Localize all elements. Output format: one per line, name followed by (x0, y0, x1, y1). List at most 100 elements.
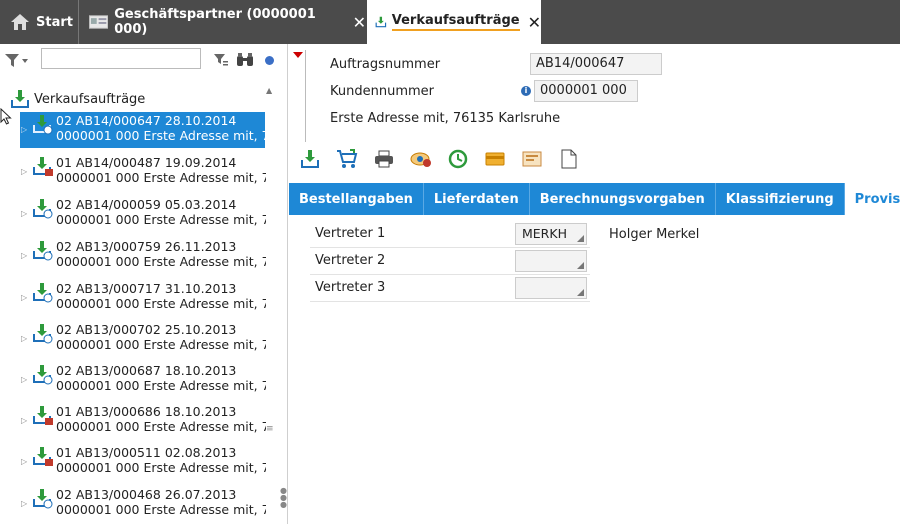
mouse-cursor-icon (0, 108, 12, 125)
tab-geschaeftspartner-label: Geschäftspartner (0000001 000) (114, 7, 316, 37)
list-item[interactable]: ▷ 02 AB13/000687 18.10.2013 0000001 000 … (20, 362, 266, 398)
action-toolbar (299, 148, 595, 170)
sales-order-status-icon (33, 115, 53, 135)
expand-icon[interactable]: ▷ (21, 454, 27, 469)
dropdown-corner-icon (577, 289, 584, 296)
history-icon[interactable] (447, 149, 469, 169)
list-item[interactable]: ▷ 02 AB13/000759 26.11.2013 0000001 000 … (20, 238, 266, 274)
expand-icon[interactable]: ▷ (21, 164, 27, 179)
shopping-cart-icon[interactable] (336, 149, 358, 169)
printer-icon[interactable] (373, 149, 395, 169)
status-dot-icon[interactable] (265, 56, 274, 65)
sales-order-status-icon (33, 199, 53, 219)
expand-icon[interactable]: ▷ (21, 122, 27, 137)
kundennummer-field[interactable]: 0000001 000 (534, 80, 638, 102)
list-item-text: 02 AB13/000759 26.11.2013 0000001 000 Er… (56, 239, 266, 269)
list-item[interactable]: ▷ 02 AB13/000717 31.10.2013 0000001 000 … (20, 280, 266, 316)
expand-icon[interactable]: ▷ (21, 206, 27, 221)
sales-order-status-icon (33, 447, 53, 466)
info-icon[interactable]: i (521, 86, 531, 96)
preview-icon[interactable] (410, 149, 432, 169)
vertreter-2-select[interactable] (515, 250, 587, 272)
list-item-text: 01 AB14/000487 19.09.2014 0000001 000 Er… (56, 155, 266, 185)
tab-verkaufsauftraege-label: Verkaufsaufträge (391, 13, 520, 31)
list-item-text: 01 AB13/000686 18.10.2013 0000001 000 Er… (56, 404, 266, 434)
list-item-text: 01 AB13/000511 02.08.2013 0000001 000 Er… (56, 445, 266, 475)
payment-card-icon[interactable] (484, 149, 506, 169)
sales-order-status-icon (33, 241, 53, 261)
tree-root[interactable]: Verkaufsaufträge (10, 89, 145, 109)
scroll-up-icon[interactable]: ▲ (266, 86, 272, 95)
home-icon (11, 14, 29, 30)
panel-resize-grip[interactable]: ● ● ● (280, 487, 287, 509)
dropdown-corner-icon (577, 235, 584, 242)
detail-panel: Auftragsnummer AB14/000647 Kundennummer … (289, 44, 900, 524)
list-item[interactable]: ▷ 02 AB13/000468 26.07.2013 0000001 000 … (20, 486, 266, 522)
list-item-text: 02 AB14/000059 05.03.2014 0000001 000 Er… (56, 197, 266, 227)
expand-icon[interactable]: ▷ (21, 372, 27, 387)
list-item[interactable]: ▷ 02 AB14/000647 28.10.2014 0000001 000 … (20, 112, 266, 148)
blank-document-icon[interactable] (558, 149, 580, 169)
tab-start[interactable]: Start (0, 0, 75, 44)
close-icon[interactable]: ✕ (528, 13, 541, 32)
sales-order-status-icon (33, 406, 53, 425)
address-text: Erste Adresse mit, 76135 Karlsruhe (330, 111, 561, 126)
divider (305, 50, 306, 142)
expand-icon[interactable]: ▷ (21, 413, 27, 428)
vertreter-row: Vertreter 3 (310, 276, 590, 302)
tab-lieferdaten[interactable]: Lieferdaten (424, 183, 530, 215)
filter-icon[interactable] (4, 53, 30, 69)
filter-input[interactable] (41, 48, 201, 69)
scrollbar-handle[interactable]: ≡ (266, 424, 274, 434)
business-card-icon (89, 15, 109, 29)
list-item-text: 02 AB13/000717 31.10.2013 0000001 000 Er… (56, 281, 266, 311)
sales-order-status-icon (33, 283, 53, 303)
tab-berechnungsvorgaben[interactable]: Berechnungsvorgaben (530, 183, 716, 215)
vertreter-1-name: Holger Merkel (609, 227, 700, 242)
kundennummer-label: Kundennummer (330, 84, 434, 99)
document-form-icon[interactable] (521, 149, 543, 169)
sales-order-status-icon (33, 365, 53, 385)
list-item[interactable]: ▷ 01 AB14/000487 19.09.2014 0000001 000 … (20, 154, 266, 190)
list-item[interactable]: ▷ 01 AB13/000511 02.08.2013 0000001 000 … (20, 444, 266, 480)
sales-order-status-icon (33, 157, 53, 176)
detail-tabs: Bestellangaben Lieferdaten Berechnungsvo… (289, 183, 900, 215)
list-item-text: 02 AB14/000647 28.10.2014 0000001 000 Er… (56, 113, 266, 143)
close-icon[interactable]: ✕ (353, 13, 366, 32)
collapse-marker-icon[interactable] (293, 52, 303, 58)
expand-icon[interactable]: ▷ (21, 290, 27, 305)
list-item[interactable]: ▷ 02 AB14/000059 05.03.2014 0000001 000 … (20, 196, 266, 232)
sales-order-icon (375, 16, 387, 28)
binoculars-icon[interactable] (236, 52, 254, 68)
filter-settings-icon[interactable] (213, 52, 229, 68)
sales-order-icon[interactable] (299, 149, 321, 169)
vertreter-3-select[interactable] (515, 277, 587, 299)
tab-provision[interactable]: Provision (844, 183, 900, 215)
vertreter-row: Vertreter 2 (310, 249, 590, 275)
filter-bar (0, 44, 288, 76)
auftragsnummer-field[interactable]: AB14/000647 (530, 53, 662, 75)
list-item[interactable]: ▷ 01 AB13/000686 18.10.2013 0000001 000 … (20, 403, 266, 439)
list-item-text: 02 AB13/000702 25.10.2013 0000001 000 Er… (56, 322, 266, 352)
list-item-text: 02 AB13/000468 26.07.2013 0000001 000 Er… (56, 487, 266, 517)
tab-start-label: Start (36, 14, 73, 30)
vertreter-1-select[interactable]: MERKH (515, 223, 587, 245)
tab-klassifizierung[interactable]: Klassifizierung (716, 183, 845, 215)
list-item[interactable]: ▷ 02 AB13/000702 25.10.2013 0000001 000 … (20, 321, 266, 357)
auftragsnummer-label: Auftragsnummer (330, 57, 441, 72)
top-tab-bar: Start Geschäftspartner (0000001 000) ✕ V… (0, 0, 900, 44)
vertreter-row: Vertreter 1 MERKH (310, 222, 590, 248)
tree-root-label: Verkaufsaufträge (34, 91, 146, 107)
expand-icon[interactable]: ▷ (21, 496, 27, 511)
dropdown-corner-icon (577, 262, 584, 269)
expand-icon[interactable]: ▷ (21, 331, 27, 346)
sales-order-status-icon (33, 324, 53, 344)
tab-geschaeftspartner[interactable]: Geschäftspartner (0000001 000) ✕ (78, 0, 366, 44)
expand-icon[interactable]: ▷ (21, 248, 27, 263)
left-panel: Verkaufsaufträge ▲ ▷ 02 AB14/000647 28.1… (0, 44, 288, 524)
tab-bestellangaben[interactable]: Bestellangaben (289, 183, 424, 215)
sales-order-status-icon (33, 489, 53, 509)
vertreter-label: Vertreter 3 (315, 280, 386, 295)
tab-verkaufsauftraege[interactable]: Verkaufsaufträge ✕ (367, 0, 541, 44)
sales-order-icon (11, 90, 29, 108)
